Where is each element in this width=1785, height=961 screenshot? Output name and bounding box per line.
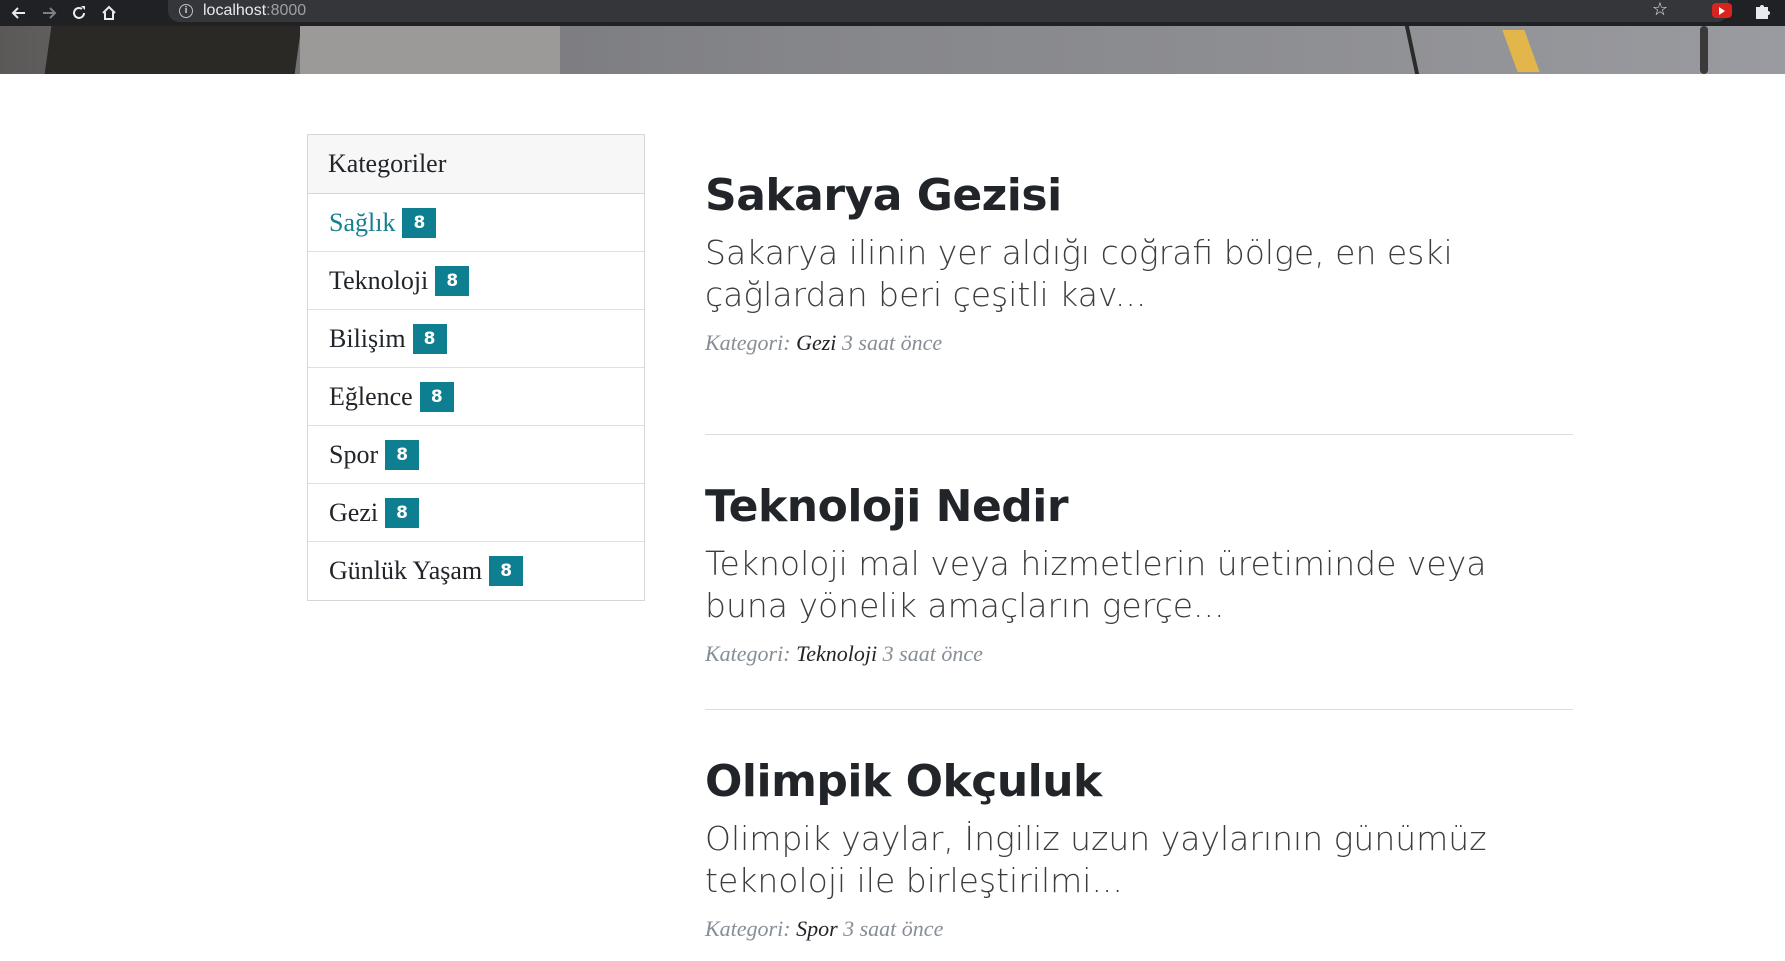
browser-toolbar: i localhost:8000 ☆ bbox=[0, 0, 1785, 26]
post-category-link[interactable]: Spor bbox=[796, 916, 838, 941]
categories-card: Kategoriler Sağlık 8 Teknoloji 8 Bilişim… bbox=[307, 134, 645, 601]
category-label[interactable]: Sağlık bbox=[329, 208, 395, 238]
category-label[interactable]: Gezi bbox=[329, 498, 378, 528]
post-meta: Kategori: Teknoloji 3 saat önce bbox=[705, 641, 1573, 667]
category-count-badge: 8 bbox=[385, 497, 420, 528]
post-excerpt[interactable]: Olimpik yaylar, İngiliz uzun yaylarının … bbox=[705, 818, 1573, 902]
category-count-badge: 8 bbox=[402, 207, 437, 238]
post-meta-prefix: Kategori: bbox=[705, 916, 791, 941]
post-excerpt[interactable]: Teknoloji mal veya hizmetlerin üretimind… bbox=[705, 543, 1573, 627]
address-bar[interactable]: i localhost:8000 ☆ bbox=[168, 0, 1728, 22]
category-count-badge: 8 bbox=[489, 556, 524, 586]
category-item-saglik[interactable]: Sağlık 8 bbox=[308, 194, 644, 252]
post-category-link[interactable]: Gezi bbox=[796, 330, 836, 355]
category-label[interactable]: Bilişim bbox=[329, 324, 406, 354]
category-item-bilisim[interactable]: Bilişim 8 bbox=[308, 310, 644, 368]
post-item: Olimpik Okçuluk Olimpik yaylar, İngiliz … bbox=[705, 710, 1573, 961]
category-label[interactable]: Teknoloji bbox=[329, 266, 428, 296]
post-list: Sakarya Gezisi Sakarya ilinin yer aldığı… bbox=[705, 160, 1573, 961]
reload-icon[interactable] bbox=[68, 2, 90, 24]
post-item: Sakarya Gezisi Sakarya ilinin yer aldığı… bbox=[705, 160, 1573, 435]
post-time: 3 saat önce bbox=[843, 916, 944, 941]
post-time: 3 saat önce bbox=[882, 641, 983, 666]
post-meta: Kategori: Gezi 3 saat önce bbox=[705, 330, 1573, 356]
category-item-gezi[interactable]: Gezi 8 bbox=[308, 484, 644, 542]
category-count-badge: 8 bbox=[385, 439, 420, 470]
category-count-badge: 8 bbox=[419, 381, 454, 412]
category-count-badge: 8 bbox=[412, 323, 447, 354]
post-meta-prefix: Kategori: bbox=[705, 330, 791, 355]
category-label[interactable]: Eğlence bbox=[329, 382, 413, 412]
post-time: 3 saat önce bbox=[841, 330, 943, 355]
category-item-spor[interactable]: Spor 8 bbox=[308, 426, 644, 484]
category-count-badge: 8 bbox=[435, 265, 470, 296]
youtube-extension-icon[interactable] bbox=[1712, 3, 1732, 18]
forward-icon[interactable] bbox=[38, 2, 60, 24]
back-icon[interactable] bbox=[8, 2, 30, 24]
info-icon[interactable]: i bbox=[179, 4, 193, 18]
home-icon[interactable] bbox=[98, 2, 120, 24]
post-meta-prefix: Kategori: bbox=[705, 641, 791, 666]
post-meta: Kategori: Spor 3 saat önce bbox=[705, 916, 1573, 942]
category-label[interactable]: Spor bbox=[329, 440, 378, 470]
category-item-eglence[interactable]: Eğlence 8 bbox=[308, 368, 644, 426]
header-image bbox=[0, 26, 1785, 74]
category-item-gunluk-yasam[interactable]: Günlük Yaşam 8 bbox=[308, 542, 644, 600]
url-text[interactable]: localhost:8000 bbox=[203, 2, 306, 20]
category-item-teknoloji[interactable]: Teknoloji 8 bbox=[308, 252, 644, 310]
categories-title: Kategoriler bbox=[308, 135, 644, 194]
puzzle-icon[interactable] bbox=[1752, 1, 1772, 21]
post-excerpt[interactable]: Sakarya ilinin yer aldığı coğrafi bölge,… bbox=[705, 232, 1573, 316]
category-label[interactable]: Günlük Yaşam bbox=[329, 556, 482, 586]
post-title[interactable]: Sakarya Gezisi bbox=[705, 170, 1573, 222]
post-category-link[interactable]: Teknoloji bbox=[796, 641, 877, 666]
star-icon[interactable]: ☆ bbox=[1652, 0, 1668, 20]
post-title[interactable]: Teknoloji Nedir bbox=[705, 481, 1573, 533]
post-title[interactable]: Olimpik Okçuluk bbox=[705, 756, 1573, 808]
post-item: Teknoloji Nedir Teknoloji mal veya hizme… bbox=[705, 435, 1573, 710]
